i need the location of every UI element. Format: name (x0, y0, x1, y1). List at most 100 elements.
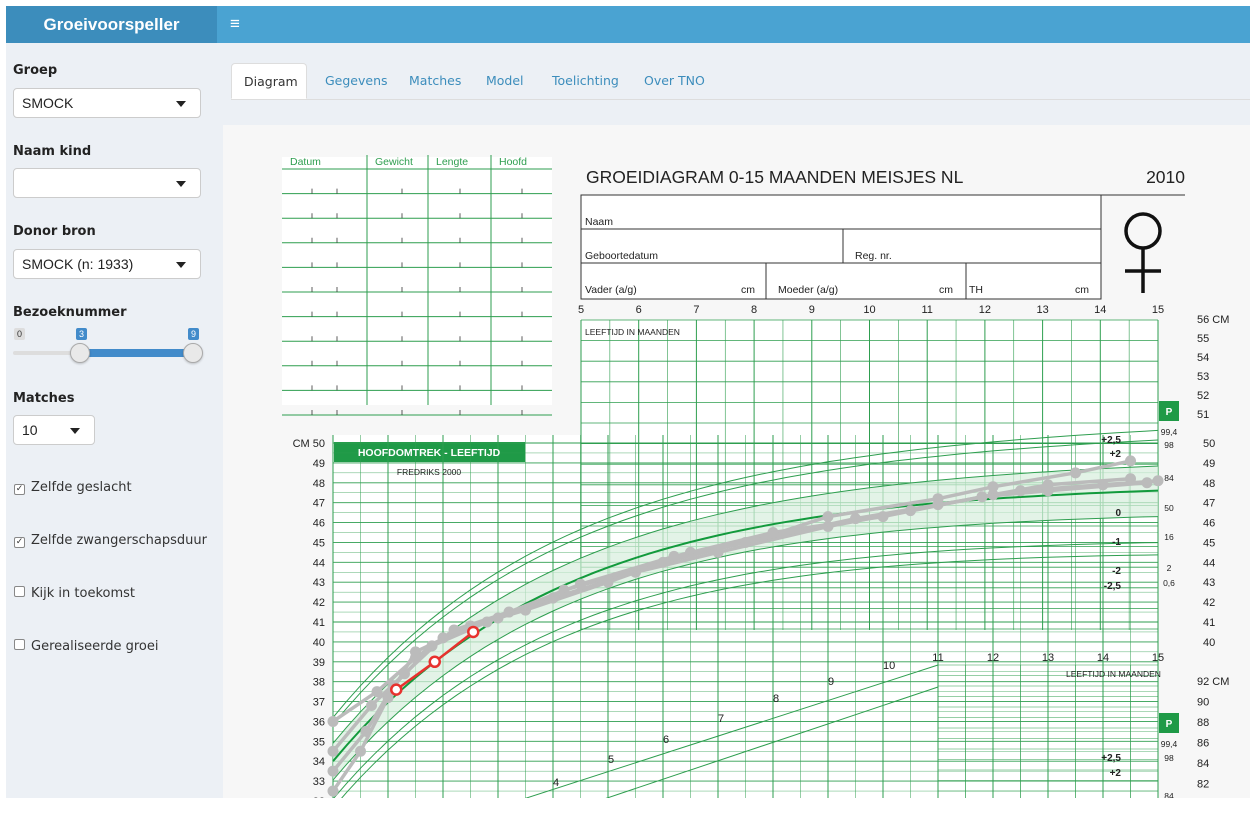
series-point (1070, 467, 1081, 479)
matches-select[interactable]: 10 (13, 415, 95, 445)
lower-sd-label: +2,5 (1101, 753, 1121, 764)
hc-left-tick: 34 (313, 756, 325, 768)
hc-left-tick: 48 (313, 478, 325, 490)
series-point (1141, 477, 1153, 489)
upper-age-tick: 14 (1094, 304, 1106, 316)
hamburger-icon[interactable]: ≡ (230, 6, 240, 43)
realised-growth-checkbox[interactable]: Gerealiseerde groei (14, 639, 158, 654)
form-header-0: Datum (290, 156, 321, 168)
upper-age-tick: 10 (863, 304, 875, 316)
visit-slider-range[interactable] (80, 349, 195, 357)
chevron-down-icon (176, 101, 186, 107)
checkbox-checked-icon[interactable]: ✓ (14, 537, 25, 548)
slider-min-label: 0 (14, 328, 26, 340)
sd-label: 0 (1115, 508, 1121, 519)
percentile-header: P (1166, 407, 1173, 418)
series-point (976, 491, 988, 503)
tab-model[interactable]: Model (486, 63, 524, 99)
series-point (467, 625, 480, 639)
lower-age-tick: 12 (987, 652, 999, 664)
series-point (767, 527, 779, 538)
hc-left-tick: 44 (313, 557, 325, 569)
hc-left-tick: 33 (313, 776, 325, 788)
hc-right-tick: 50 (1203, 438, 1215, 450)
lower-age-axis-label: LEEFTIJD IN MAANDEN (1066, 669, 1161, 679)
field-moeder: Moeder (a/g) (778, 284, 838, 296)
field-cm: cm (741, 284, 755, 296)
chevron-down-icon (176, 181, 186, 187)
series-point (1042, 485, 1054, 497)
visit-slider-high-handle[interactable] (183, 343, 203, 363)
hc-left-tick: CM 50 (293, 438, 325, 450)
group-select[interactable]: SMOCK (13, 88, 201, 118)
slider-low-value: 3 (76, 328, 88, 340)
hc-right-tick: 49 (1203, 458, 1215, 470)
visit-slider-low-handle[interactable] (70, 343, 90, 363)
ribbon-age-label: 9 (828, 676, 834, 688)
checkbox-checked-icon[interactable]: ✓ (14, 484, 25, 495)
donor-source-select[interactable]: SMOCK (n: 1933) (13, 249, 201, 279)
chevron-down-icon (70, 428, 80, 434)
child-name-select[interactable] (13, 168, 201, 198)
series-point (1152, 475, 1164, 487)
same-gestation-checkbox[interactable]: ✓ Zelfde zwangerschapsduur (14, 533, 207, 548)
lower-percentile-header: P (1166, 719, 1173, 730)
series-point (390, 683, 403, 696)
hc-left-tick: 40 (313, 637, 325, 649)
hc-left-tick: 41 (313, 617, 325, 629)
hc-left-tick: 45 (313, 537, 325, 549)
upper-cm-tick: 54 (1197, 352, 1209, 364)
visit-number-label: Bezoeknummer (13, 305, 127, 320)
tab-gegevens[interactable]: Gegevens (325, 63, 388, 99)
ribbon-age-label: 8 (773, 693, 779, 705)
tab-diagram[interactable]: Diagram (231, 63, 307, 99)
upper-age-tick: 5 (578, 304, 584, 316)
female-icon-ring (1124, 212, 1162, 250)
lower-age-tick: 14 (1097, 652, 1109, 664)
series-point (366, 700, 377, 712)
lower-cm-tick: 82 (1197, 779, 1209, 791)
hc-left-tick: 46 (313, 518, 325, 530)
hc-left-tick: 37 (313, 697, 325, 709)
series-point (410, 652, 421, 664)
chart-year: 2010 (1146, 167, 1185, 187)
hc-right-tick: 43 (1203, 577, 1215, 589)
upper-cm-tick: 51 (1197, 409, 1209, 421)
tab-bar: Diagram Gegevens Matches Model Toelichti… (231, 63, 1250, 100)
tab-over-tno[interactable]: Over TNO (644, 63, 705, 99)
matches-label: Matches (13, 391, 75, 406)
app-title[interactable]: Groeivoorspeller (6, 6, 217, 43)
tab-toelichting[interactable]: Toelichting (552, 63, 619, 99)
hc-right-tick: 40 (1203, 637, 1215, 649)
app-window: Groeivoorspeller ≡ Groep SMOCK Naam kind… (6, 6, 1250, 798)
sd-label: +2,5 (1101, 435, 1121, 446)
chevron-down-icon (176, 262, 186, 268)
percentile-label: 99,4 (1161, 427, 1178, 437)
hc-left-tick: 49 (313, 458, 325, 470)
field-th: TH (969, 284, 983, 296)
series-point (327, 785, 339, 797)
series-point (448, 624, 460, 636)
look-ahead-checkbox[interactable]: Kijk in toekomst (14, 586, 135, 601)
group-select-value: SMOCK (22, 95, 74, 111)
series-point (428, 655, 441, 669)
form-header-1: Gewicht (375, 156, 413, 168)
upper-age-tick: 11 (921, 304, 932, 316)
upper-age-tick: 12 (979, 304, 991, 316)
upper-age-tick: 9 (809, 304, 815, 316)
ribbon-age-label: 10 (883, 660, 895, 672)
group-label: Groep (13, 63, 58, 78)
hc-panel-source: FREDRIKS 2000 (397, 467, 462, 477)
hc-right-tick: 48 (1203, 478, 1215, 490)
sd-label: -1 (1112, 537, 1121, 548)
tab-matches[interactable]: Matches (409, 63, 461, 99)
same-sex-checkbox[interactable]: ✓ Zelfde geslacht (14, 480, 132, 495)
checkbox-empty-icon[interactable] (14, 586, 25, 597)
percentile-label: 84 (1164, 473, 1174, 483)
checkbox-empty-icon[interactable] (14, 639, 25, 650)
series-point (1125, 455, 1136, 467)
lower-age-tick: 11 (932, 652, 943, 664)
percentile-label: 0,6 (1163, 578, 1175, 588)
main-panel: Diagram Gegevens Matches Model Toelichti… (217, 43, 1250, 798)
upper-age-tick: 15 (1152, 304, 1164, 316)
